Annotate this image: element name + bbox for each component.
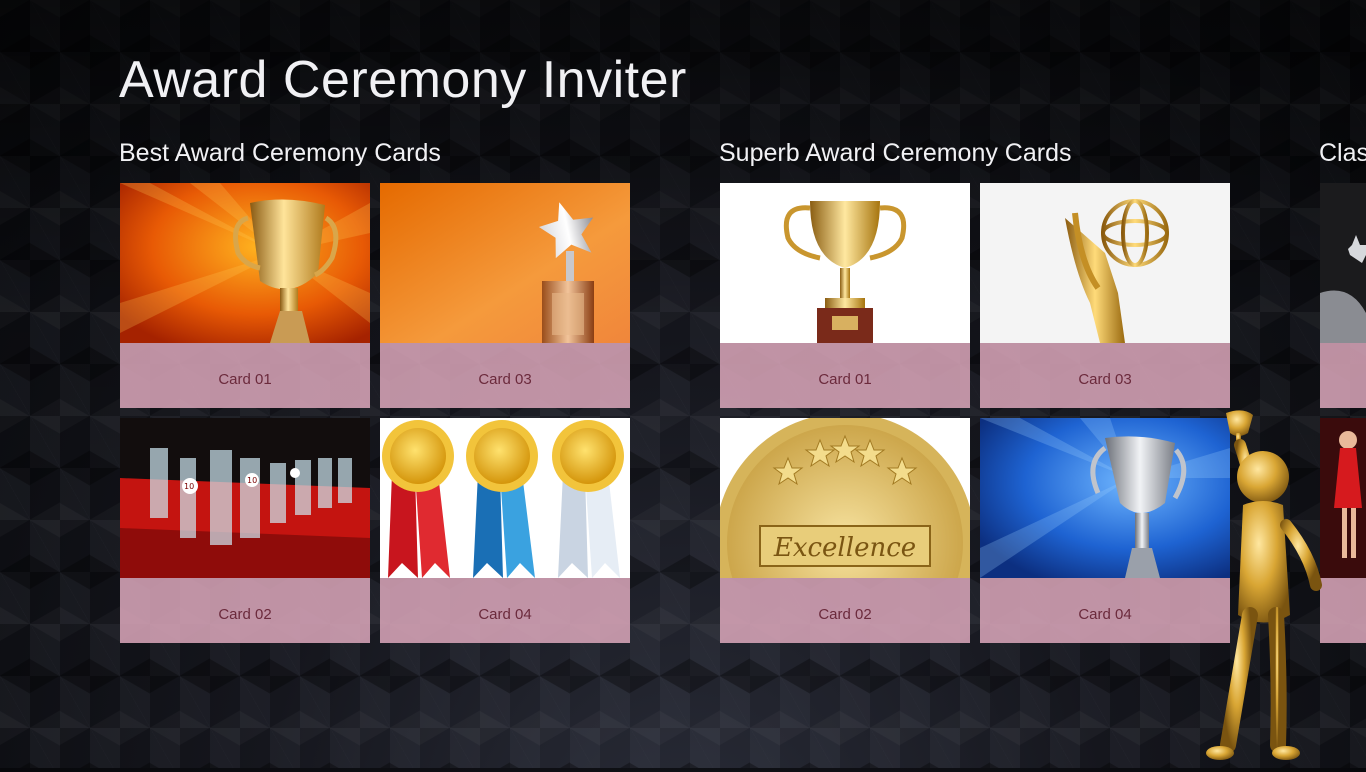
excellence-seal-image: Excellence xyxy=(720,418,970,578)
card-best-01[interactable]: Card 01 xyxy=(120,183,370,408)
card-superb-04[interactable]: Card 04 xyxy=(980,418,1230,643)
card-label: Card 01 xyxy=(720,343,970,408)
trophy-image xyxy=(120,183,370,343)
card-superb-01[interactable]: Card 01 xyxy=(720,183,970,408)
card-label: Card 03 xyxy=(380,343,630,408)
silver-star-image xyxy=(1320,183,1366,343)
gold-cup-image xyxy=(720,183,970,343)
card-superb-02[interactable]: Excellence Card 02 xyxy=(720,418,970,643)
ribbon-rosettes-image xyxy=(380,418,630,578)
emmy-statue-image xyxy=(980,183,1230,343)
group-title-best[interactable]: Best Award Ceremony Cards xyxy=(119,139,441,168)
svg-text:10: 10 xyxy=(184,482,194,491)
card-label: Card 01 xyxy=(120,343,370,408)
svg-text:10: 10 xyxy=(247,476,257,485)
gold-figure-mascot xyxy=(1198,405,1328,768)
svg-text:Excellence: Excellence xyxy=(773,533,916,563)
card-label: Card 04 xyxy=(980,578,1230,643)
group-title-superb[interactable]: Superb Award Ceremony Cards xyxy=(719,139,1072,168)
card-best-03[interactable]: Card 03 xyxy=(380,183,630,408)
group-title-classic[interactable]: Clas xyxy=(1319,139,1366,168)
app-title: Award Ceremony Inviter xyxy=(119,51,687,109)
card-label: Card 04 xyxy=(380,578,630,643)
silver-trophy-image xyxy=(980,418,1230,578)
card-superb-03[interactable]: Card 03 xyxy=(980,183,1230,408)
card-best-02[interactable]: 10 10 Card 02 xyxy=(120,418,370,643)
card-classic-01[interactable] xyxy=(1320,183,1366,408)
card-label: Card 02 xyxy=(720,578,970,643)
glass-awards-image: 10 10 xyxy=(120,418,370,578)
card-best-04[interactable]: Card 04 xyxy=(380,418,630,643)
card-label xyxy=(1320,343,1366,408)
card-label: Card 03 xyxy=(980,343,1230,408)
star-trophy-image xyxy=(380,183,630,343)
card-label: Card 02 xyxy=(120,578,370,643)
